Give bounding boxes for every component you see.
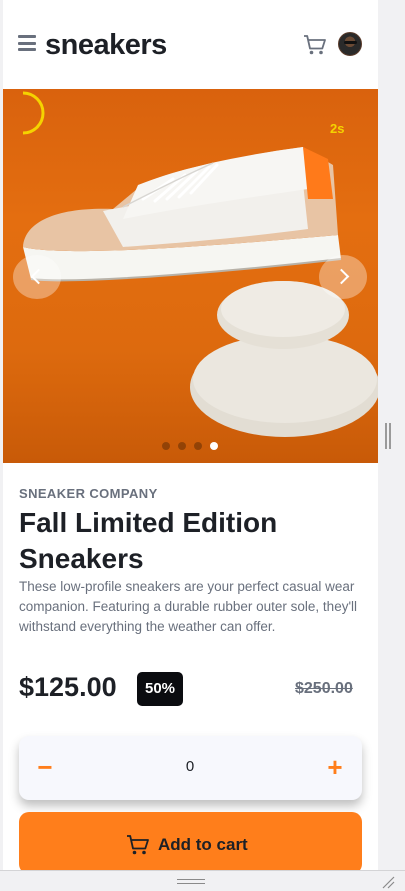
brand-label: SNEAKER COMPANY	[19, 486, 158, 501]
add-to-cart-label: Add to cart	[158, 835, 248, 854]
scrollbar-handle[interactable]	[385, 423, 391, 449]
app-viewport: sneakers 2s SNEAKER COMPANY Fall Limited…	[3, 0, 378, 870]
logo[interactable]: sneakers	[45, 27, 167, 63]
carousel-dots	[162, 442, 218, 450]
hamburger-menu-icon[interactable]	[18, 35, 36, 51]
current-price: $125.00	[19, 672, 117, 702]
carousel-dot[interactable]	[178, 442, 186, 450]
drag-grip-icon[interactable]	[177, 879, 205, 884]
carousel-prev-button[interactable]	[13, 255, 61, 299]
quantity-stepper: − 0 +	[19, 736, 362, 800]
decrease-quantity-button[interactable]: −	[29, 752, 61, 784]
quantity-value: 0	[185, 758, 195, 775]
increase-quantity-button[interactable]: +	[319, 752, 351, 784]
cart-icon	[127, 835, 149, 855]
product-title: Fall Limited Edition Sneakers	[19, 507, 278, 574]
original-price: $250.00	[295, 680, 353, 697]
autoplay-timer-ring	[22, 91, 45, 135]
cart-icon[interactable]	[303, 34, 327, 56]
product-description: These low-profile sneakers are your perf…	[19, 579, 358, 634]
resize-handle-icon[interactable]	[381, 875, 395, 889]
header: sneakers	[3, 0, 378, 89]
carousel-dot[interactable]	[162, 442, 170, 450]
add-to-cart-button[interactable]: Add to cart	[19, 812, 362, 870]
carousel-next-button[interactable]	[319, 255, 367, 299]
window-bottom-bar	[0, 870, 405, 891]
carousel-dot[interactable]	[194, 442, 202, 450]
autoplay-timer-label: 2s	[330, 121, 345, 136]
carousel-dot-active[interactable]	[210, 442, 218, 450]
product-image-carousel: 2s	[3, 89, 378, 463]
user-avatar[interactable]	[338, 32, 362, 56]
discount-badge: 50%	[137, 672, 184, 706]
